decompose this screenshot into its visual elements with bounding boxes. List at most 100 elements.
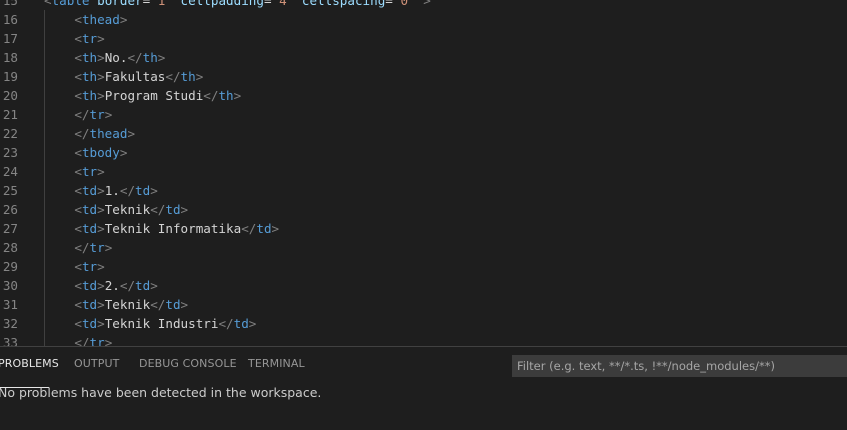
code-token: </ [74, 107, 90, 122]
code-token: "4" [271, 0, 295, 8]
code-text: <td>Teknik</td> [44, 200, 188, 219]
code-token: td [81, 316, 98, 331]
code-token: tr [89, 240, 105, 255]
code-token: td [165, 202, 181, 217]
code-line[interactable]: 28 </tr> [0, 238, 847, 257]
code-text: <td>Teknik</td> [44, 295, 188, 314]
code-token: > [150, 278, 158, 293]
code-token: td [135, 183, 151, 198]
tab-problems[interactable]: PROBLEMS [0, 357, 59, 388]
code-token: 2. [104, 278, 120, 293]
line-number: 26 [2, 202, 18, 217]
code-line[interactable]: 33 </tr> [0, 333, 847, 346]
panel-tabs: PROBLEMS OUTPUT DEBUG CONSOLE TERMINAL [0, 347, 500, 388]
code-token: > [97, 259, 105, 274]
code-line[interactable]: 20 <th>Program Studi</th> [0, 86, 847, 105]
code-token: td [165, 297, 181, 312]
line-number: 24 [2, 164, 18, 179]
tab-debug-console-label: DEBUG CONSOLE [139, 357, 237, 370]
tab-output[interactable]: OUTPUT [74, 357, 119, 370]
code-token: td [256, 221, 272, 236]
code-token: td [81, 297, 98, 312]
code-token: < [74, 316, 82, 331]
code-line[interactable]: 25 <td>1.</td> [0, 181, 847, 200]
code-text: <td>Teknik Industri</td> [44, 314, 256, 333]
bottom-panel: PROBLEMS OUTPUT DEBUG CONSOLE TERMINAL N… [0, 346, 847, 430]
code-token: < [74, 221, 82, 236]
code-token: tr [81, 164, 98, 179]
code-token: td [81, 278, 98, 293]
code-token: </ [119, 278, 136, 293]
code-line[interactable]: 32 <td>Teknik Industri</td> [0, 314, 847, 333]
line-number: 23 [2, 145, 18, 160]
code-token: > [180, 297, 189, 312]
code-token: </ [74, 240, 90, 255]
code-token: > [97, 164, 105, 179]
code-text: <td>Teknik Informatika</td> [44, 219, 279, 238]
code-line[interactable]: 27 <td>Teknik Informatika</td> [0, 219, 847, 238]
code-line[interactable]: 29 <tr> [0, 257, 847, 276]
code-token: > [104, 335, 113, 346]
code-token: thead [81, 12, 120, 27]
code-line[interactable]: 21 </tr> [0, 105, 847, 124]
line-number: 21 [2, 107, 18, 122]
code-token: thead [89, 126, 128, 141]
code-token: </ [119, 183, 136, 198]
code-text: <tr> [44, 162, 105, 181]
code-token: th [81, 50, 98, 65]
code-token: th [142, 50, 158, 65]
code-token: > [97, 88, 105, 103]
code-token: > [97, 69, 105, 84]
code-token: > [97, 221, 105, 236]
code-token: > [97, 50, 105, 65]
code-line[interactable]: 17 <tr> [0, 29, 847, 48]
code-token: > [271, 221, 280, 236]
code-token: < [74, 31, 82, 46]
code-line[interactable]: 18 <th>No.</th> [0, 48, 847, 67]
code-editor[interactable]: 15 <table border="1" cellpadding="4" cell… [0, 0, 847, 346]
code-line[interactable]: 26 <td>Teknik</td> [0, 200, 847, 219]
code-token: td [81, 202, 98, 217]
code-token: tbody [81, 145, 120, 160]
code-token: td [81, 183, 98, 198]
tab-debug-console[interactable]: DEBUG CONSOLE [139, 357, 237, 370]
code-token: th [81, 69, 98, 84]
code-line[interactable]: 15 <table border="1" cellpadding="4" cell… [0, 0, 847, 10]
line-number: 25 [2, 183, 18, 198]
code-line[interactable]: 19 <th>Fakultas</th> [0, 67, 847, 86]
code-token: </ [127, 50, 143, 65]
code-token: </ [74, 335, 90, 346]
line-number: 28 [2, 240, 18, 255]
line-number: 16 [2, 12, 18, 27]
code-token: > [180, 202, 189, 217]
code-token: > [104, 107, 113, 122]
code-line[interactable]: 23 <tbody> [0, 143, 847, 162]
code-token: tr [81, 259, 98, 274]
code-token: > [157, 50, 166, 65]
code-token: < [74, 145, 82, 160]
code-token: > [97, 31, 105, 46]
code-token: Teknik Informatika [104, 221, 242, 236]
line-number: 33 [2, 335, 18, 346]
code-line[interactable]: 31 <td>Teknik</td> [0, 295, 847, 314]
code-token: th [218, 88, 234, 103]
code-token: > [233, 88, 242, 103]
code-line[interactable]: 30 <td>2.</td> [0, 276, 847, 295]
code-text: <table border="1" cellpadding="4" cellsp… [44, 0, 431, 10]
code-token: th [180, 69, 196, 84]
line-number: 32 [2, 316, 18, 331]
problems-filter-input[interactable] [512, 355, 847, 377]
code-token: </ [165, 69, 181, 84]
code-token: 1. [104, 183, 120, 198]
code-token: cellspacing [301, 0, 386, 8]
code-line[interactable]: 16 <thead> [0, 10, 847, 29]
code-line[interactable]: 24 <tr> [0, 162, 847, 181]
code-text: </tr> [44, 333, 112, 346]
code-token: No. [104, 50, 128, 65]
code-text: <th>Program Studi</th> [44, 86, 241, 105]
code-token: border [97, 0, 143, 8]
code-line[interactable]: 22 </thead> [0, 124, 847, 143]
tab-output-label: OUTPUT [74, 357, 120, 370]
tab-terminal[interactable]: TERMINAL [248, 357, 305, 370]
